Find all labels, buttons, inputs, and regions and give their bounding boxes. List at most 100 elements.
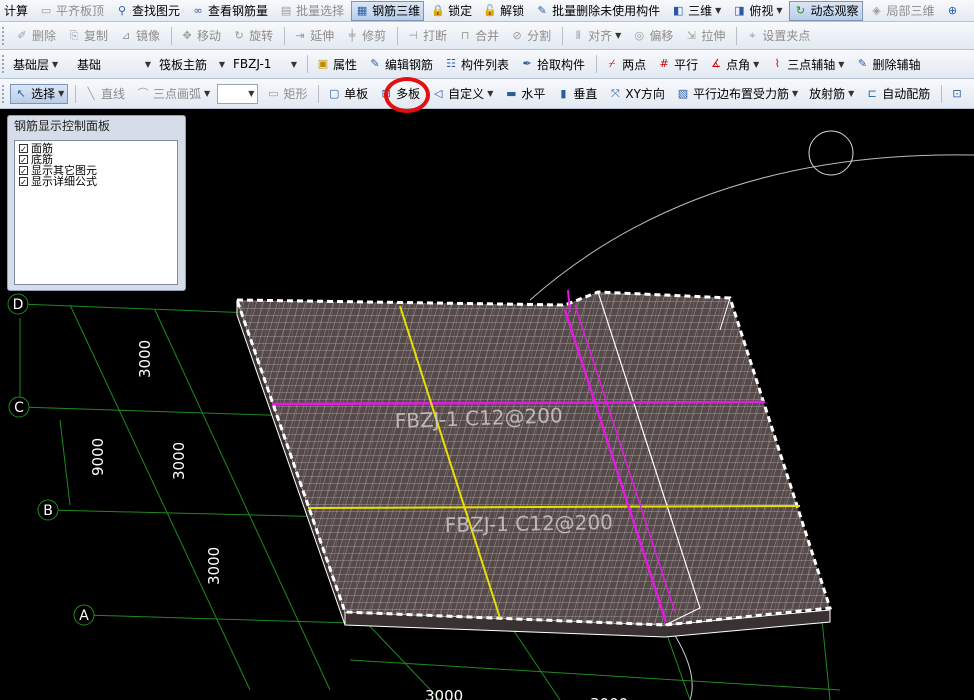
option-show-formula[interactable]: ✓ 显示详细公式 xyxy=(19,176,173,187)
line-button[interactable]: ╲ 直线 xyxy=(80,84,129,104)
separator xyxy=(307,55,308,73)
three-point-arc-dropdown[interactable]: ⌒ 三点画弧 ▼ xyxy=(132,84,214,104)
chevron-down-icon: ▼ xyxy=(715,6,722,15)
view-rebar-button[interactable]: ∞ 查看钢筋量 xyxy=(187,1,272,21)
eraser-icon: ✐ xyxy=(17,28,27,42)
extend-button[interactable]: ⇥ 延伸 xyxy=(289,26,338,46)
dim-bottom-2: 3000 xyxy=(590,695,628,700)
pick-component-button[interactable]: ✒ 拾取构件 xyxy=(516,54,589,74)
toolbar-grip[interactable] xyxy=(2,84,6,103)
rectangle-icon: ▭ xyxy=(268,86,279,100)
more-icon: ⊡ xyxy=(952,86,962,100)
dim-cd: 3000 xyxy=(136,340,154,378)
point-angle-dropdown[interactable]: ∡ 点角 ▼ xyxy=(705,54,763,74)
checkbox-checked-icon[interactable]: ✓ xyxy=(19,155,28,165)
toolbar-grip[interactable] xyxy=(2,26,7,45)
horizontal-icon: ▬ xyxy=(506,86,517,100)
toolbar-grip[interactable] xyxy=(2,55,7,73)
more-button[interactable]: ⊡ xyxy=(946,84,971,104)
properties-button[interactable]: ▣ 属性 xyxy=(312,54,361,74)
lock-button[interactable]: 🔒 锁定 xyxy=(427,1,476,21)
brush-icon: ✎ xyxy=(537,3,547,17)
local-3d-button[interactable]: ◈ 局部三维 xyxy=(866,1,939,21)
vertical-button[interactable]: ▮ 垂直 xyxy=(552,84,601,104)
checkbox-checked-icon[interactable]: ✓ xyxy=(19,177,28,187)
split-button[interactable]: ⊘ 分割 xyxy=(506,26,555,46)
move-icon: ✥ xyxy=(182,28,192,42)
checkbox-checked-icon[interactable]: ✓ xyxy=(19,144,28,154)
auto-config-button[interactable]: ⊏ 自动配筋 xyxy=(861,84,934,104)
edit-rebar-button[interactable]: ✎ 编辑钢筋 xyxy=(364,54,437,74)
axis-label-d: D xyxy=(13,297,24,313)
set-grip-button[interactable]: ⌖ 设置夹点 xyxy=(741,26,814,46)
two-point-axis-button[interactable]: ⌿ 两点 xyxy=(601,54,650,74)
zoom-button[interactable]: ⊕ xyxy=(942,1,967,21)
line-icon: ╲ xyxy=(87,86,95,100)
axis-label-a: A xyxy=(79,608,89,624)
offset-button[interactable]: ◎ 偏移 xyxy=(628,26,677,46)
move-button[interactable]: ✥ 移动 xyxy=(176,26,225,46)
radial-dropdown[interactable]: 放射筋 ▼ xyxy=(805,84,858,104)
batch-delete-button[interactable]: ✎ 批量删除未使用构件 xyxy=(531,1,664,21)
custom-dropdown[interactable]: ◁ 自定义 ▼ xyxy=(427,84,497,104)
break-button[interactable]: ⊣ 打断 xyxy=(402,26,451,46)
three-d-dropdown[interactable]: ◧ 三维 ▼ xyxy=(667,1,725,21)
auto-config-icon: ⊏ xyxy=(867,86,877,100)
xy-direction-button[interactable]: ⤧ XY方向 xyxy=(604,84,669,104)
eyedropper-icon: ✒ xyxy=(522,57,532,70)
flat-top-button[interactable]: ▭ 平齐板顶 xyxy=(35,1,108,21)
cube-icon: ◧ xyxy=(672,3,684,17)
axis-label-c: C xyxy=(14,400,24,416)
component-list-button[interactable]: ☷ 构件列表 xyxy=(440,54,513,74)
unlock-button[interactable]: 🔓 解锁 xyxy=(479,1,528,21)
mirror-button[interactable]: ⊿ 镜像 xyxy=(115,26,164,46)
parallel-axis-button[interactable]: # 平行 xyxy=(653,54,702,74)
raft-slab xyxy=(234,290,832,627)
component-name-select[interactable]: FBZJ-1 ▼ xyxy=(231,54,299,74)
rebar-3d-button[interactable]: ▦ 钢筋三维 xyxy=(351,0,425,21)
component-type-select[interactable]: 筏板主筋 ▼ xyxy=(157,54,227,74)
calc-button[interactable]: 计算 xyxy=(0,1,32,21)
category-select[interactable]: 基础 ▼ xyxy=(75,54,153,74)
three-point-axis-dropdown[interactable]: ⌇ 三点辅轴 ▼ xyxy=(766,54,848,74)
separator xyxy=(941,84,942,103)
rectangle-button[interactable]: ▭ 矩形 xyxy=(262,84,311,104)
chevron-down-icon: ▼ xyxy=(218,59,225,69)
align-icon: ⫴ xyxy=(575,28,581,42)
delete-axis-button[interactable]: ✎ 删除辅轴 xyxy=(851,54,924,74)
parallel-axis-icon: # xyxy=(659,57,669,70)
single-board-icon: ▢ xyxy=(328,86,340,100)
copy-button[interactable]: ⎘ 复制 xyxy=(63,26,112,46)
axis-labels: D C B A xyxy=(7,293,95,626)
align-dropdown[interactable]: ⫴ 对齐 ▼ xyxy=(567,26,625,46)
checkbox-checked-icon[interactable]: ✓ xyxy=(19,166,28,176)
stretch-button[interactable]: ⇲ 拉伸 xyxy=(680,26,729,46)
dynamic-observe-button[interactable]: ↻ 动态观察 xyxy=(789,0,863,21)
arc-option-select[interactable]: ▼ xyxy=(217,83,259,104)
chevron-down-icon: ▼ xyxy=(203,89,211,98)
top-view-dropdown[interactable]: ◨ 俯视 ▼ xyxy=(728,1,786,21)
rotate-button[interactable]: ↻ 旋转 xyxy=(228,26,277,46)
layer-select[interactable]: 基础层 ▼ xyxy=(11,54,71,74)
batch-select-icon: ▤ xyxy=(280,3,292,17)
trim-button[interactable]: ╪ 修剪 xyxy=(341,26,390,46)
separator xyxy=(75,84,76,103)
select-dropdown[interactable]: ↖ 选择 ▼ xyxy=(10,83,69,104)
merge-button[interactable]: ⊓ 合并 xyxy=(454,26,503,46)
batch-select-button[interactable]: ▤ 批量选择 xyxy=(275,1,348,21)
chevron-down-icon: ▼ xyxy=(290,59,297,69)
parallel-edge-dropdown[interactable]: ▧ 平行边布置受力筋 ▼ xyxy=(672,84,802,104)
split-icon: ⊘ xyxy=(512,28,522,42)
single-board-button[interactable]: ▢ 单板 xyxy=(323,84,372,104)
horizontal-button[interactable]: ▬ 水平 xyxy=(500,84,549,104)
delete-button[interactable]: ✐ 删除 xyxy=(11,26,60,46)
grip-point-icon: ⌖ xyxy=(749,28,756,42)
two-point-axis-icon: ⌿ xyxy=(608,57,616,70)
main-toolbar: 计算 ▭ 平齐板顶 ⚲ 查找图元 ∞ 查看钢筋量 ▤ 批量选择 ▦ 钢筋三维 🔒 锁定 🔓 解… xyxy=(0,0,974,22)
find-element-button[interactable]: ⚲ 查找图元 xyxy=(111,1,184,21)
draw-toolbar: ↖ 选择 ▼ ╲ 直线 ⌒ 三点画弧 ▼ ▼ ▭ 矩形 ▢ 单板 ⊞ 多板 ◁ 自定义 ▼ ▬ 水平 … xyxy=(0,79,974,109)
local-3d-icon: ◈ xyxy=(872,3,881,17)
slab-label-2: FBZJ-1 C12@200 xyxy=(445,510,613,537)
chevron-down-icon: ▼ xyxy=(838,59,845,69)
copy-icon: ⎘ xyxy=(69,28,79,42)
